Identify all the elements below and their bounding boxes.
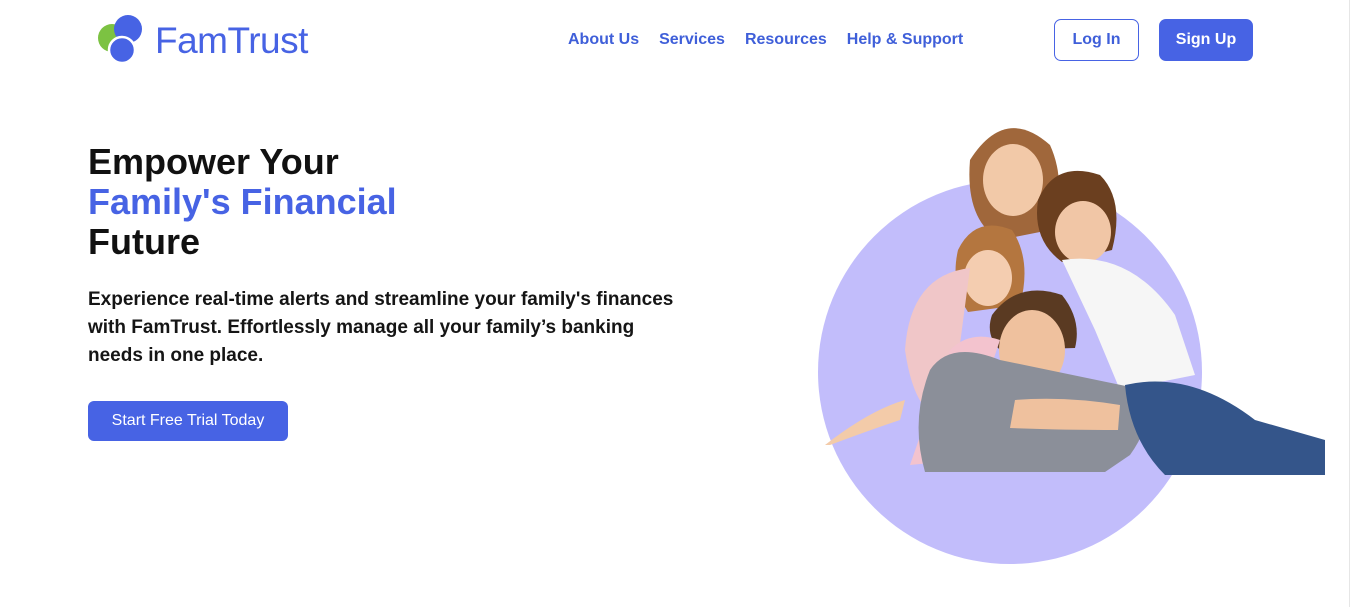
start-free-trial-button[interactable]: Start Free Trial Today: [88, 401, 288, 441]
hero-title-line-1: Empower Your: [88, 141, 339, 182]
brand-name: FamTrust: [155, 19, 308, 61]
family-photo: [818, 128, 1325, 564]
nav-resources[interactable]: Resources: [745, 31, 827, 49]
hero-description: Experience real-time alerts and streamli…: [88, 289, 674, 366]
login-button[interactable]: Log In: [1054, 19, 1139, 61]
site-header: FamTrust About Us Services Resources Hel…: [0, 0, 1351, 80]
brand-logo[interactable]: FamTrust: [95, 14, 308, 66]
nav-help-support[interactable]: Help & Support: [847, 31, 963, 49]
hero-title-line-2: Family's Financial: [88, 181, 397, 222]
nav-services[interactable]: Services: [659, 31, 725, 49]
nav-about-us[interactable]: About Us: [568, 31, 639, 49]
signup-button[interactable]: Sign Up: [1159, 19, 1253, 61]
hero-title-line-3: Future: [88, 221, 200, 262]
main-nav: About Us Services Resources Help & Suppo…: [568, 31, 963, 49]
overlapping-circles-logo-icon: [98, 15, 142, 65]
hero-title: Empower Your Family's Financial Future: [88, 142, 397, 262]
page-edge-divider: [1349, 0, 1350, 607]
